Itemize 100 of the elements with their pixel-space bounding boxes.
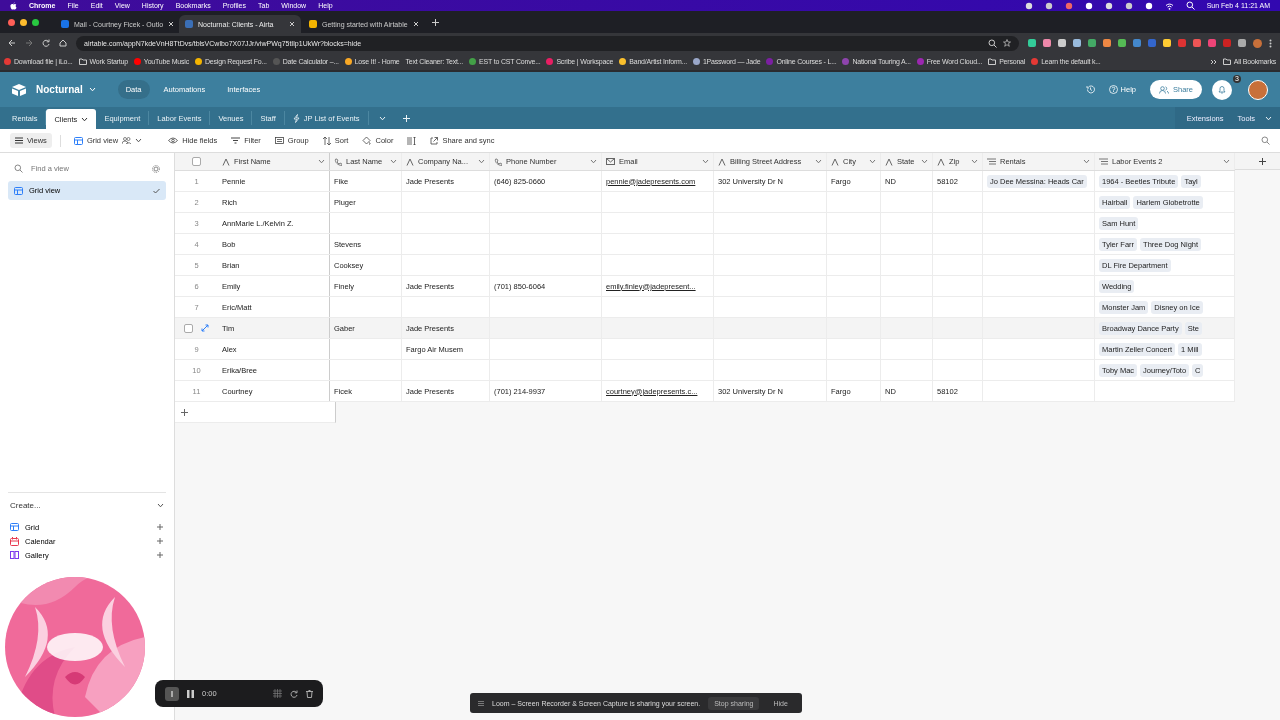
favicon-icon xyxy=(344,58,352,65)
chevron-down-icon xyxy=(1083,159,1090,164)
search-icon xyxy=(988,38,997,48)
list-icon xyxy=(987,158,996,165)
envelope-icon xyxy=(606,158,615,165)
more-icon[interactable] xyxy=(1269,38,1272,48)
text-field-icon xyxy=(831,157,839,166)
chevron-right-icon[interactable] xyxy=(1209,58,1217,65)
chevron-down-icon xyxy=(1265,115,1272,121)
home-icon[interactable] xyxy=(59,39,67,47)
chevron-down-icon xyxy=(1223,159,1230,164)
chevron-down-icon xyxy=(702,159,709,164)
wifi-icon[interactable] xyxy=(1164,1,1174,10)
trash-icon[interactable] xyxy=(306,689,313,698)
checkbox[interactable] xyxy=(192,157,201,166)
status-icon[interactable] xyxy=(1084,1,1093,10)
chevron-down-icon xyxy=(135,138,143,143)
phone-icon xyxy=(334,157,342,166)
close-icon[interactable] xyxy=(413,21,419,27)
lightning-icon xyxy=(292,113,300,123)
favicon-icon xyxy=(272,58,280,65)
back-icon[interactable] xyxy=(8,39,16,47)
text-field-icon xyxy=(937,157,945,166)
logo-icon xyxy=(12,83,26,96)
apple-icon xyxy=(10,1,17,10)
chevron-down-icon xyxy=(869,159,876,164)
favicon-icon xyxy=(4,58,11,65)
gallery-icon xyxy=(10,551,19,559)
notifications-button[interactable] xyxy=(1212,79,1232,100)
chevron-down-icon xyxy=(971,159,978,164)
folder-icon xyxy=(1222,58,1231,65)
favicon-icon xyxy=(309,20,317,28)
paint-bucket-icon xyxy=(362,136,372,145)
chevron-down-icon xyxy=(478,159,485,164)
people-icon xyxy=(122,137,132,144)
search-icon xyxy=(14,164,23,173)
text-field-icon xyxy=(718,157,726,166)
expand-icon[interactable] xyxy=(201,324,209,332)
dots-grid-icon[interactable] xyxy=(273,689,282,698)
list-icon xyxy=(1099,158,1108,165)
restart-icon[interactable] xyxy=(290,689,298,698)
chevron-down-icon xyxy=(815,159,822,164)
help-icon xyxy=(1108,85,1118,94)
menu-icon xyxy=(478,700,484,706)
profile-icon[interactable] xyxy=(1253,38,1262,48)
favicon-icon xyxy=(916,58,924,65)
menu-icon xyxy=(15,137,23,144)
favicon-icon xyxy=(546,58,554,65)
row-height-icon xyxy=(407,136,417,145)
favicon-icon xyxy=(469,58,477,65)
eye-icon xyxy=(168,137,179,144)
chevron-down-icon xyxy=(318,159,325,164)
favicon-icon xyxy=(185,20,193,28)
chevron-down-icon xyxy=(590,159,597,164)
chevron-down-icon xyxy=(378,115,386,121)
text-field-icon xyxy=(885,157,893,166)
group-icon xyxy=(274,137,284,144)
favicon-icon xyxy=(133,58,141,65)
chevron-down-icon xyxy=(81,116,89,122)
chevron-down-icon xyxy=(157,503,164,508)
favicon-icon xyxy=(842,58,850,65)
status-icon[interactable] xyxy=(1044,1,1053,10)
reload-icon[interactable] xyxy=(42,39,50,47)
status-icon[interactable] xyxy=(1024,1,1033,10)
favicon-icon xyxy=(195,58,202,65)
grid-icon xyxy=(14,186,23,195)
status-icon[interactable] xyxy=(1144,1,1153,10)
favicon-icon xyxy=(61,20,69,28)
phone-icon xyxy=(494,157,502,166)
history-icon[interactable] xyxy=(1085,85,1095,94)
stop-button[interactable] xyxy=(165,686,179,701)
pause-icon[interactable] xyxy=(187,689,194,698)
people-icon xyxy=(1159,85,1169,94)
grid-icon xyxy=(73,136,83,145)
filter-icon xyxy=(231,137,241,144)
calendar-icon xyxy=(10,536,19,546)
bell-icon xyxy=(1218,85,1226,94)
chevron-down-icon xyxy=(921,159,928,164)
favicon-icon xyxy=(619,58,627,65)
avatar[interactable] xyxy=(1248,79,1268,100)
status-icon[interactable] xyxy=(1104,1,1113,10)
external-link-icon xyxy=(430,136,439,145)
close-icon[interactable] xyxy=(289,21,295,27)
plus-icon[interactable] xyxy=(180,407,189,417)
folder-icon xyxy=(78,58,87,65)
gear-icon[interactable] xyxy=(152,164,160,173)
favicon-icon xyxy=(692,58,700,65)
text-field-icon xyxy=(406,157,414,166)
star-icon[interactable] xyxy=(1003,39,1011,47)
checkbox[interactable] xyxy=(184,323,193,333)
forward-icon[interactable] xyxy=(25,39,33,47)
status-icon[interactable] xyxy=(1124,1,1133,10)
sort-icon xyxy=(322,136,331,145)
grid-icon xyxy=(10,523,19,531)
base-name[interactable]: Nocturnal xyxy=(36,84,83,95)
plus-icon[interactable] xyxy=(1257,156,1267,166)
close-icon[interactable] xyxy=(168,21,175,27)
text-field-icon xyxy=(222,157,230,166)
search-icon xyxy=(1261,136,1270,145)
favicon-icon xyxy=(766,58,774,65)
